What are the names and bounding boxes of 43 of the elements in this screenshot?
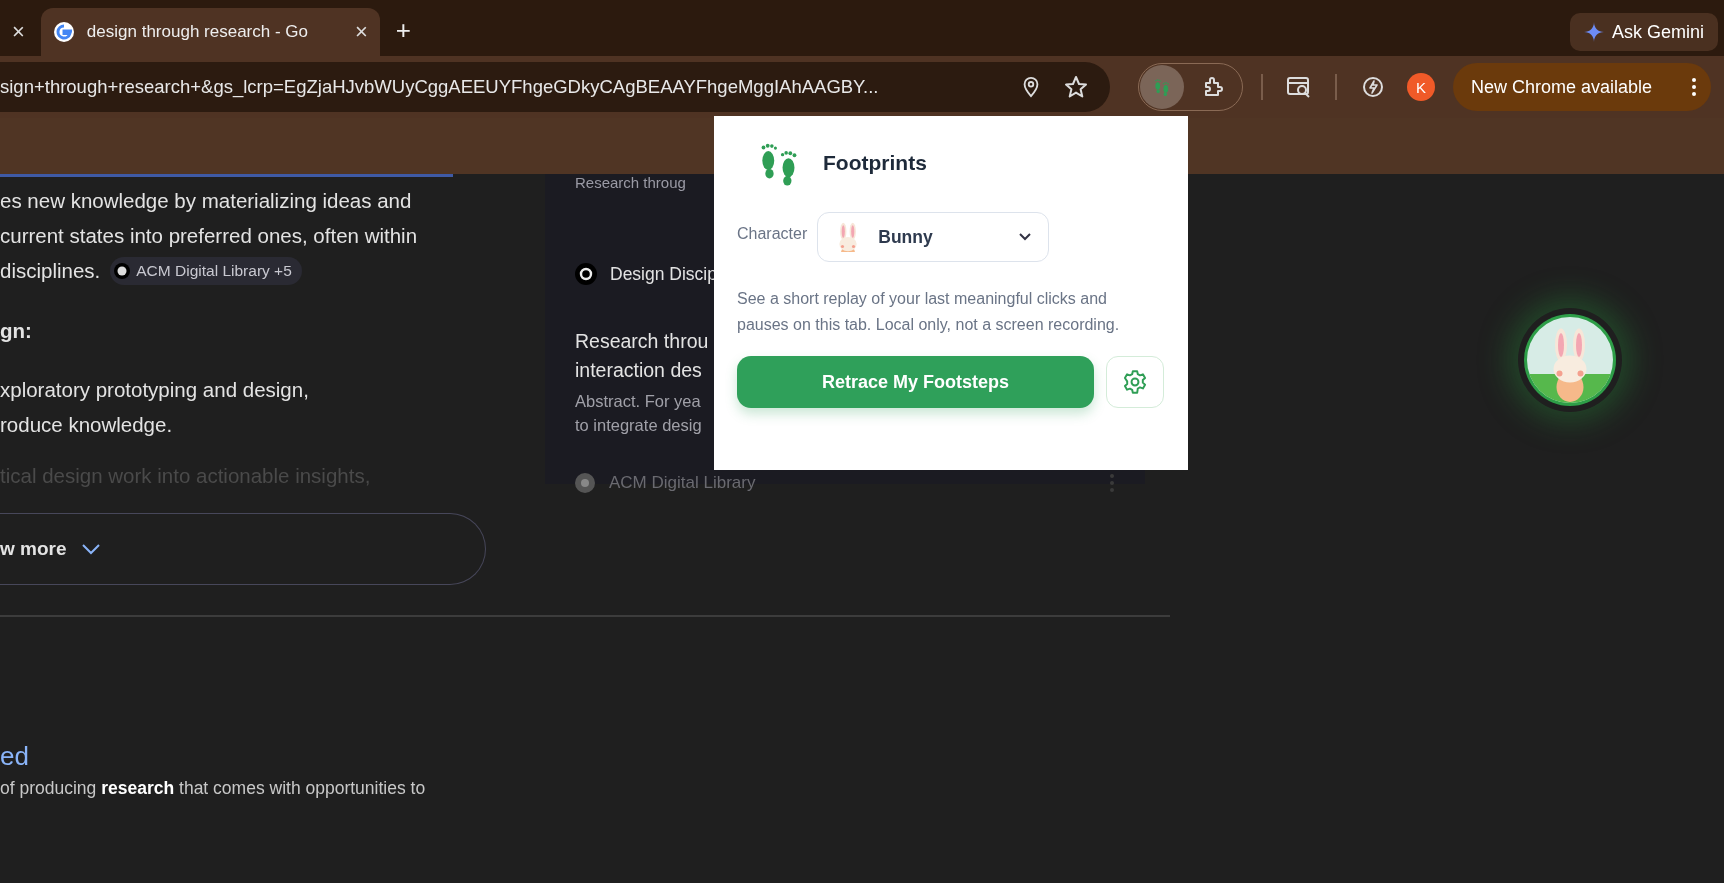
more-icon (1691, 77, 1697, 97)
browser-tab[interactable]: design through research - Go × (40, 8, 380, 56)
update-chrome-button[interactable]: New Chrome available (1453, 63, 1711, 111)
body-text: Research throug (575, 174, 687, 191)
settings-button[interactable] (1106, 356, 1164, 408)
snippet-text: of producing research that comes with opportunities to (0, 777, 427, 799)
close-button[interactable]: × (355, 19, 368, 45)
ask-gemini-button[interactable]: Ask Gemini (1569, 13, 1718, 51)
browser-tab[interactable]: × (0, 8, 37, 56)
site-icon (114, 262, 131, 279)
result-link[interactable]: ed (0, 740, 1724, 772)
source-name: ACM Digital Library (609, 473, 756, 493)
chevron-down-icon (1018, 232, 1033, 242)
body-text: xploratory prototyping and design, (0, 377, 309, 402)
site-icon (575, 473, 595, 493)
site-icon (575, 263, 597, 285)
url-text: sign+through+research+&gs_lcrp=EgZjaHJvbWUyCggAEEUYFhgeGDkyCAgBEAAYFhgeMggIAhAAGBY... (0, 76, 880, 98)
character-select[interactable]: Bunny (817, 212, 1050, 262)
new-tab-button[interactable]: + (395, 15, 412, 46)
field-label: Character (737, 225, 808, 243)
address-bar[interactable]: sign+through+research+&gs_lcrp=EgZjaHJvbWUyCggAEEUYFhgeGDkyCAgBEAAYFhgeMggIAhAAGBY... (0, 62, 1110, 112)
puzzle-icon (1202, 75, 1226, 99)
tab-search-icon (1286, 75, 1312, 99)
body-text: roduce knowledge. (0, 412, 173, 437)
source-chip[interactable]: ACM Digital Library +5 (110, 256, 302, 285)
chevron-down-icon (80, 543, 101, 555)
snippet-text: Abstract. For yea (575, 391, 702, 412)
body-text: current states into preferred ones, often within (0, 223, 418, 248)
close-button[interactable]: × (12, 19, 25, 45)
star-icon (1064, 75, 1088, 99)
popup-title: Footprints (823, 151, 927, 175)
description-text: See a short replay of your last meaningful clicks and pauses on this tab. Local only, not a screen recording. (737, 289, 1121, 335)
settings-icon (1122, 369, 1148, 395)
tab-title: design through research - Go (86, 22, 309, 42)
lightning-icon (1361, 75, 1385, 99)
more-icon (1109, 473, 1115, 493)
section-heading: gn: (0, 318, 32, 343)
snippet-text: to integrate desig (575, 415, 703, 436)
footprints-icon (1153, 77, 1171, 97)
footprints-extension-button[interactable] (1140, 65, 1184, 109)
body-text: es new knowledge by materializing ideas and (0, 188, 412, 213)
body-text: disciplines. (0, 258, 101, 283)
google-icon (52, 21, 75, 43)
